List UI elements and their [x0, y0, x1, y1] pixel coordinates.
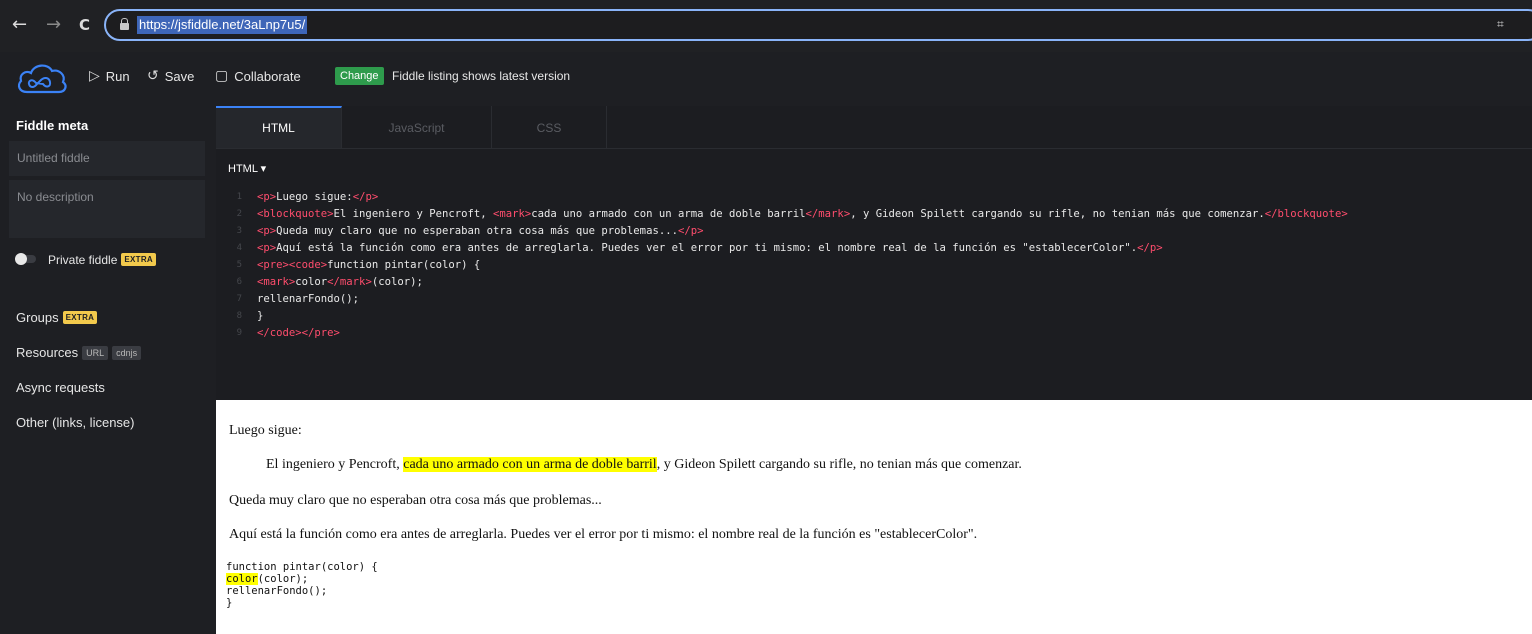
- fiddle-header: ▷ Run ↺ Save ▢ Collaborate Change Fiddle…: [0, 52, 1532, 106]
- line-number: 1: [236, 192, 242, 202]
- forward-icon[interactable]: →: [46, 13, 61, 37]
- line-number: 3: [236, 226, 242, 236]
- reload-icon[interactable]: C: [79, 13, 90, 37]
- save-icon: ↺: [147, 68, 159, 84]
- extra-badge: EXTRA: [62, 311, 98, 324]
- collaborate-button[interactable]: ▢ Collaborate: [215, 68, 301, 84]
- code-text: <p>Queda muy claro que no esperaban otra…: [257, 225, 704, 237]
- address-bar[interactable]: https://jsfiddle.net/3aLnp7u5/: [104, 9, 1532, 41]
- change-button[interactable]: Change: [335, 67, 384, 85]
- back-icon[interactable]: ←: [12, 13, 27, 37]
- code-text: <blockquote>El ingeniero y Pencroft, <ma…: [257, 208, 1348, 220]
- save-label: Save: [164, 68, 195, 84]
- listing-status-text: Fiddle listing shows latest version: [392, 69, 571, 83]
- cdnjs-badge: cdnjs: [112, 346, 142, 360]
- line-number: 6: [236, 277, 242, 287]
- save-button[interactable]: ↺ Save: [147, 68, 194, 84]
- fiddle-meta-sidebar: Fiddle meta Untitled fiddle No descripti…: [0, 106, 216, 634]
- line-number: 4: [236, 243, 242, 253]
- code-text: <pre><code>function pintar(color) {: [257, 259, 481, 271]
- chat-icon: ▢: [215, 68, 229, 84]
- run-button[interactable]: ▷ Run: [89, 68, 130, 84]
- sidebar-item-resources[interactable]: Resources URL cdnjs: [16, 345, 142, 360]
- line-number: 8: [236, 311, 242, 321]
- fiddle-description-input[interactable]: No description: [9, 180, 205, 238]
- tab-css[interactable]: CSS: [492, 106, 607, 148]
- line-number: 9: [236, 328, 242, 338]
- language-select[interactable]: HTML ▾: [228, 162, 266, 175]
- sidebar-title: Fiddle meta: [16, 118, 89, 133]
- preview-blockquote: El ingeniero y Pencroft, cada uno armado…: [266, 457, 1022, 472]
- code-text: <p>Aquí está la función como era antes d…: [257, 242, 1163, 254]
- code-text: <mark>color</mark>(color);: [257, 276, 423, 288]
- line-number: 7: [236, 294, 242, 304]
- url-text[interactable]: https://jsfiddle.net/3aLnp7u5/: [137, 16, 308, 34]
- line-number: 5: [236, 260, 242, 270]
- browser-toolbar: ← → C https://jsfiddle.net/3aLnp7u5/ ⌗: [0, 0, 1532, 52]
- fiddle-name-input[interactable]: Untitled fiddle: [9, 141, 205, 176]
- extension-icon[interactable]: ⌗: [1497, 17, 1504, 32]
- code-text: rellenarFondo();: [257, 293, 360, 305]
- preview-paragraph-1: Luego sigue:: [229, 423, 302, 438]
- code-text: </code></pre>: [257, 327, 340, 339]
- lock-icon: [120, 18, 129, 30]
- tab-javascript[interactable]: JavaScript: [342, 106, 492, 148]
- html-editor-panel: HTML JavaScript CSS HTML ▾ 1 <p>Luego sig…: [216, 106, 1532, 400]
- preview-paragraph-2: Queda muy claro que no esperaban otra co…: [229, 493, 602, 508]
- preview-paragraph-3: Aquí está la función como era antes de a…: [229, 527, 978, 542]
- fiddle-name-placeholder: Untitled fiddle: [17, 151, 90, 165]
- fiddle-description-placeholder: No description: [17, 190, 94, 204]
- run-label: Run: [105, 68, 130, 84]
- collaborate-label: Collaborate: [234, 68, 301, 84]
- result-preview: Luego sigue: El ingeniero y Pencroft, ca…: [216, 400, 1532, 634]
- line-number: 2: [236, 209, 242, 219]
- play-icon: ▷: [89, 68, 100, 84]
- sidebar-item-groups[interactable]: Groups EXTRA: [16, 310, 98, 325]
- private-fiddle-label: Private fiddle EXTRA: [48, 253, 156, 267]
- preview-code-block: function pintar(color) { color(color); r…: [226, 561, 378, 609]
- sidebar-item-async-requests[interactable]: Async requests: [16, 380, 105, 395]
- tab-html[interactable]: HTML: [216, 106, 342, 148]
- preview-code-highlight: color: [226, 573, 258, 585]
- private-fiddle-toggle[interactable]: [15, 253, 37, 265]
- code-text: <p>Luego sigue:</p>: [257, 191, 379, 203]
- preview-highlight: cada uno armado con un arma de doble bar…: [403, 457, 657, 472]
- jsfiddle-logo-icon[interactable]: [15, 58, 69, 105]
- url-badge: URL: [82, 346, 109, 360]
- editor-tabs: HTML JavaScript CSS: [216, 106, 1532, 149]
- code-text: }: [257, 310, 264, 322]
- sidebar-item-other[interactable]: Other (links, license): [16, 415, 134, 430]
- extra-badge: EXTRA: [121, 253, 156, 266]
